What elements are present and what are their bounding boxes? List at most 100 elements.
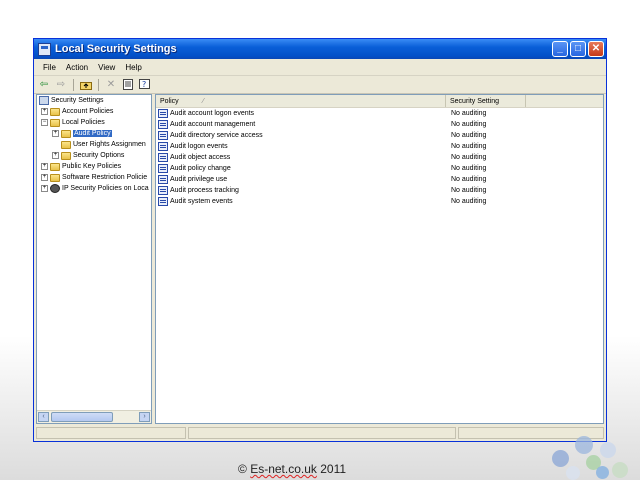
tree-item-local-policies[interactable]: − Local Policies bbox=[37, 117, 151, 128]
setting-cell: No auditing bbox=[451, 176, 487, 183]
decorative-bubble bbox=[612, 462, 628, 478]
menu-action[interactable]: Action bbox=[61, 63, 93, 72]
folder-icon bbox=[50, 162, 60, 171]
tree-item-label: Software Restriction Policie bbox=[62, 174, 148, 181]
column-label: Policy bbox=[160, 97, 179, 105]
expand-toggle[interactable]: + bbox=[41, 174, 48, 181]
audit-policy-icon bbox=[158, 153, 168, 162]
tree-item-security-options[interactable]: + Security Options bbox=[37, 150, 151, 161]
tree-item-label: Security Settings bbox=[51, 97, 104, 104]
setting-cell: No auditing bbox=[451, 132, 487, 139]
column-header-security-setting[interactable]: Security Setting bbox=[446, 95, 526, 107]
setting-cell: No auditing bbox=[451, 165, 487, 172]
copyright-prefix: © bbox=[238, 462, 251, 476]
tree-pane[interactable]: Security Settings + Account Policies − L… bbox=[36, 94, 152, 424]
up-folder-icon[interactable] bbox=[79, 78, 93, 91]
table-row[interactable]: Audit account management No auditing bbox=[156, 119, 603, 130]
policy-cell: Audit object access bbox=[170, 154, 231, 161]
menu-file[interactable]: File bbox=[38, 63, 61, 72]
folder-icon bbox=[61, 151, 71, 160]
menu-view[interactable]: View bbox=[93, 63, 120, 72]
expand-toggle[interactable]: + bbox=[52, 130, 59, 137]
audit-policy-icon bbox=[158, 131, 168, 140]
table-row[interactable]: Audit system events No auditing bbox=[156, 196, 603, 207]
scroll-thumb[interactable] bbox=[51, 412, 113, 422]
scroll-left-icon[interactable]: ‹ bbox=[38, 412, 49, 422]
tree-item-public-key-policies[interactable]: + Public Key Policies bbox=[37, 161, 151, 172]
table-row[interactable]: Audit privilege use No auditing bbox=[156, 174, 603, 185]
list-header: Policy ⁄ Security Setting bbox=[156, 95, 603, 108]
decorative-bubble bbox=[552, 450, 569, 467]
tree-item-security-settings[interactable]: Security Settings bbox=[37, 95, 151, 106]
tree-item-label: User Rights Assignmen bbox=[73, 141, 146, 148]
folder-icon bbox=[50, 107, 60, 116]
tree-item-label: Account Policies bbox=[62, 108, 114, 115]
tree-item-user-rights-assignment[interactable]: User Rights Assignmen bbox=[37, 139, 151, 150]
policy-cell: Audit directory service access bbox=[170, 132, 263, 139]
close-button[interactable]: ✕ bbox=[588, 41, 604, 57]
svg-text:?: ? bbox=[142, 80, 146, 89]
tree-item-label: Public Key Policies bbox=[62, 163, 122, 170]
collapse-toggle[interactable]: − bbox=[41, 119, 48, 126]
back-arrow-icon[interactable]: ⇦ bbox=[37, 78, 51, 91]
toolbar-separator bbox=[73, 78, 74, 91]
setting-cell: No auditing bbox=[451, 154, 487, 161]
title-bar[interactable]: Local Security Settings _ □ ✕ bbox=[34, 39, 606, 59]
policy-cell: Audit account management bbox=[170, 121, 256, 128]
status-panel bbox=[188, 427, 456, 439]
properties-icon[interactable] bbox=[121, 78, 135, 91]
copyright-footer: © Es-net.co.uk 2011 bbox=[238, 462, 346, 476]
folder-icon bbox=[50, 118, 60, 127]
policy-cell: Audit system events bbox=[170, 198, 233, 205]
tree-item-label: Security Options bbox=[73, 152, 125, 159]
table-row[interactable]: Audit directory service access No auditi… bbox=[156, 130, 603, 141]
folder-icon bbox=[61, 140, 71, 149]
delete-icon[interactable]: ✕ bbox=[104, 78, 118, 91]
tree-item-audit-policy[interactable]: + Audit Policy bbox=[37, 128, 151, 139]
table-row[interactable]: Audit process tracking No auditing bbox=[156, 185, 603, 196]
tree-item-software-restriction-policies[interactable]: + Software Restriction Policie bbox=[37, 172, 151, 183]
policy-cell: Audit process tracking bbox=[170, 187, 239, 194]
table-row[interactable]: Audit policy change No auditing bbox=[156, 163, 603, 174]
maximize-button[interactable]: □ bbox=[570, 41, 586, 57]
expand-toggle[interactable]: + bbox=[52, 152, 59, 159]
policy-list-pane[interactable]: Policy ⁄ Security Setting Audit account … bbox=[155, 94, 604, 424]
policy-cell: Audit privilege use bbox=[170, 176, 228, 183]
tree-item-ip-security-policies[interactable]: + IP Security Policies on Loca bbox=[37, 183, 151, 194]
setting-cell: No auditing bbox=[451, 121, 487, 128]
tree-item-label-selected: Audit Policy bbox=[73, 130, 112, 137]
folder-icon bbox=[50, 173, 60, 182]
audit-policy-icon bbox=[158, 164, 168, 173]
table-row[interactable]: Audit account logon events No auditing bbox=[156, 108, 603, 119]
policy-cell: Audit account logon events bbox=[170, 110, 255, 117]
column-label: Security Setting bbox=[450, 97, 500, 105]
window-title: Local Security Settings bbox=[55, 43, 177, 55]
audit-policy-icon bbox=[158, 120, 168, 129]
decorative-bubble bbox=[575, 436, 593, 454]
tree-horizontal-scrollbar[interactable]: ‹ › bbox=[37, 410, 151, 423]
decorative-bubble bbox=[596, 466, 609, 479]
table-row[interactable]: Audit object access No auditing bbox=[156, 152, 603, 163]
toolbar: ⇦ ⇨ ✕ ? bbox=[34, 76, 606, 94]
help-icon[interactable]: ? bbox=[138, 78, 152, 91]
column-header-policy[interactable]: Policy ⁄ bbox=[156, 95, 446, 107]
audit-policy-icon bbox=[158, 109, 168, 118]
scroll-right-icon[interactable]: › bbox=[139, 412, 150, 422]
setting-cell: No auditing bbox=[451, 198, 487, 205]
table-row[interactable]: Audit logon events No auditing bbox=[156, 141, 603, 152]
tree-item-account-policies[interactable]: + Account Policies bbox=[37, 106, 151, 117]
expand-toggle[interactable]: + bbox=[41, 108, 48, 115]
window-app-icon bbox=[38, 42, 51, 56]
expand-toggle[interactable]: + bbox=[41, 185, 48, 192]
decorative-bubble bbox=[566, 466, 580, 480]
setting-cell: No auditing bbox=[451, 143, 487, 150]
sort-indicator-icon: ⁄ bbox=[202, 97, 204, 105]
expand-toggle[interactable]: + bbox=[41, 163, 48, 170]
footer-year: 2011 bbox=[316, 462, 347, 476]
minimize-button[interactable]: _ bbox=[552, 41, 568, 57]
ip-security-icon bbox=[50, 184, 60, 193]
status-bar bbox=[36, 427, 604, 439]
menu-help[interactable]: Help bbox=[120, 63, 146, 72]
forward-arrow-icon[interactable]: ⇨ bbox=[54, 78, 68, 91]
folder-icon bbox=[61, 129, 71, 138]
